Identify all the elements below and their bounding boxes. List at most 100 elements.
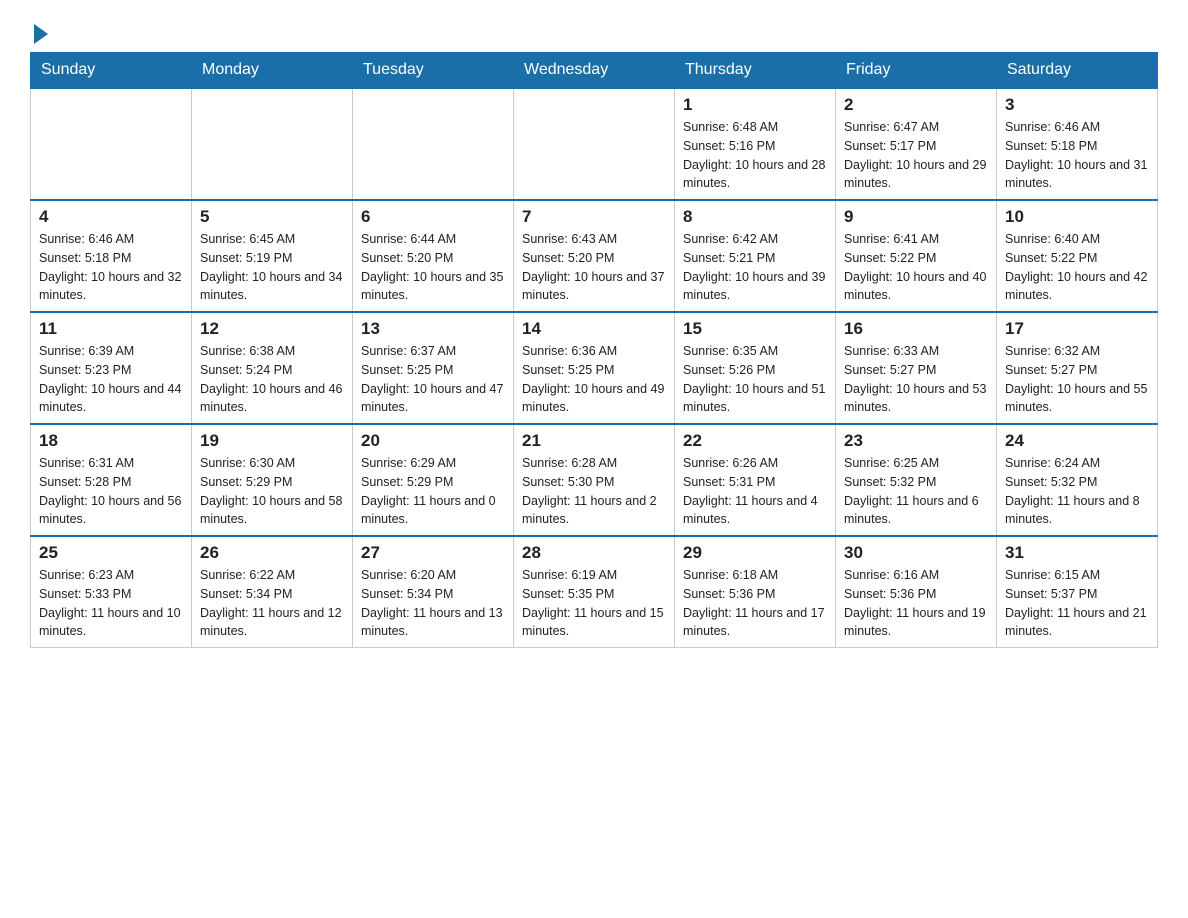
page-header (30, 20, 1158, 42)
day-number: 31 (1005, 543, 1149, 563)
day-info: Sunrise: 6:28 AMSunset: 5:30 PMDaylight:… (522, 454, 666, 529)
day-info: Sunrise: 6:23 AMSunset: 5:33 PMDaylight:… (39, 566, 183, 641)
calendar-cell: 9 Sunrise: 6:41 AMSunset: 5:22 PMDaylight… (836, 200, 997, 312)
calendar-cell (31, 88, 192, 200)
calendar-cell: 3 Sunrise: 6:46 AMSunset: 5:18 PMDaylight… (997, 88, 1158, 200)
week-row-5: 25 Sunrise: 6:23 AMSunset: 5:33 PMDayligh… (31, 536, 1158, 648)
calendar-cell (353, 88, 514, 200)
day-number: 30 (844, 543, 988, 563)
day-info: Sunrise: 6:45 AMSunset: 5:19 PMDaylight:… (200, 230, 344, 305)
day-info: Sunrise: 6:26 AMSunset: 5:31 PMDaylight:… (683, 454, 827, 529)
calendar-cell: 11 Sunrise: 6:39 AMSunset: 5:23 PMDayligh… (31, 312, 192, 424)
day-number: 8 (683, 207, 827, 227)
calendar-cell: 26Sunrise: 6:22 AMSunset: 5:34 PMDayligh… (192, 536, 353, 648)
calendar-cell: 10Sunrise: 6:40 AMSunset: 5:22 PMDayligh… (997, 200, 1158, 312)
calendar-cell (192, 88, 353, 200)
calendar-cell: 20 Sunrise: 6:29 AMSunset: 5:29 PMDayligh… (353, 424, 514, 536)
day-info: Sunrise: 6:18 AMSunset: 5:36 PMDaylight:… (683, 566, 827, 641)
day-info: Sunrise: 6:43 AMSunset: 5:20 PMDaylight:… (522, 230, 666, 305)
column-header-wednesday: Wednesday (514, 53, 675, 89)
day-info: Sunrise: 6:31 AMSunset: 5:28 PMDaylight:… (39, 454, 183, 529)
calendar-cell: 7 Sunrise: 6:43 AMSunset: 5:20 PMDaylight… (514, 200, 675, 312)
column-header-tuesday: Tuesday (353, 53, 514, 89)
day-number: 15 (683, 319, 827, 339)
calendar-cell: 13 Sunrise: 6:37 AMSunset: 5:25 PMDayligh… (353, 312, 514, 424)
day-number: 22 (683, 431, 827, 451)
day-number: 4 (39, 207, 183, 227)
day-info: Sunrise: 6:40 AMSunset: 5:22 PMDaylight:… (1005, 230, 1149, 305)
day-info: Sunrise: 6:42 AMSunset: 5:21 PMDaylight:… (683, 230, 827, 305)
day-info: Sunrise: 6:46 AMSunset: 5:18 PMDaylight:… (1005, 118, 1149, 193)
week-row-2: 4 Sunrise: 6:46 AMSunset: 5:18 PMDaylight… (31, 200, 1158, 312)
calendar-cell: 15 Sunrise: 6:35 AMSunset: 5:26 PMDayligh… (675, 312, 836, 424)
day-number: 12 (200, 319, 344, 339)
day-number: 25 (39, 543, 183, 563)
day-number: 2 (844, 95, 988, 115)
day-number: 24 (1005, 431, 1149, 451)
day-number: 13 (361, 319, 505, 339)
day-number: 14 (522, 319, 666, 339)
day-info: Sunrise: 6:36 AMSunset: 5:25 PMDaylight:… (522, 342, 666, 417)
day-number: 28 (522, 543, 666, 563)
column-header-thursday: Thursday (675, 53, 836, 89)
day-info: Sunrise: 6:41 AMSunset: 5:22 PMDaylight:… (844, 230, 988, 305)
day-number: 11 (39, 319, 183, 339)
calendar-cell: 6 Sunrise: 6:44 AMSunset: 5:20 PMDaylight… (353, 200, 514, 312)
week-row-4: 18 Sunrise: 6:31 AMSunset: 5:28 PMDayligh… (31, 424, 1158, 536)
day-info: Sunrise: 6:32 AMSunset: 5:27 PMDaylight:… (1005, 342, 1149, 417)
calendar-cell: 19 Sunrise: 6:30 AMSunset: 5:29 PMDayligh… (192, 424, 353, 536)
week-row-1: 1Sunrise: 6:48 AMSunset: 5:16 PMDaylight… (31, 88, 1158, 200)
day-number: 21 (522, 431, 666, 451)
column-header-sunday: Sunday (31, 53, 192, 89)
day-number: 26 (200, 543, 344, 563)
day-info: Sunrise: 6:39 AMSunset: 5:23 PMDaylight:… (39, 342, 183, 417)
day-number: 3 (1005, 95, 1149, 115)
day-info: Sunrise: 6:48 AMSunset: 5:16 PMDaylight:… (683, 118, 827, 193)
day-info: Sunrise: 6:19 AMSunset: 5:35 PMDaylight:… (522, 566, 666, 641)
day-info: Sunrise: 6:15 AMSunset: 5:37 PMDaylight:… (1005, 566, 1149, 641)
calendar-cell: 23 Sunrise: 6:25 AMSunset: 5:32 PMDayligh… (836, 424, 997, 536)
calendar-cell: 27Sunrise: 6:20 AMSunset: 5:34 PMDayligh… (353, 536, 514, 648)
calendar-cell: 12 Sunrise: 6:38 AMSunset: 5:24 PMDayligh… (192, 312, 353, 424)
day-info: Sunrise: 6:30 AMSunset: 5:29 PMDaylight:… (200, 454, 344, 529)
calendar-cell: 5Sunrise: 6:45 AMSunset: 5:19 PMDaylight… (192, 200, 353, 312)
day-info: Sunrise: 6:33 AMSunset: 5:27 PMDaylight:… (844, 342, 988, 417)
day-number: 19 (200, 431, 344, 451)
day-number: 16 (844, 319, 988, 339)
calendar-cell: 28 Sunrise: 6:19 AMSunset: 5:35 PMDayligh… (514, 536, 675, 648)
day-info: Sunrise: 6:24 AMSunset: 5:32 PMDaylight:… (1005, 454, 1149, 529)
day-info: Sunrise: 6:20 AMSunset: 5:34 PMDaylight:… (361, 566, 505, 641)
logo (30, 20, 48, 42)
calendar-cell: 22 Sunrise: 6:26 AMSunset: 5:31 PMDayligh… (675, 424, 836, 536)
day-info: Sunrise: 6:25 AMSunset: 5:32 PMDaylight:… (844, 454, 988, 529)
day-number: 7 (522, 207, 666, 227)
day-number: 6 (361, 207, 505, 227)
week-row-3: 11 Sunrise: 6:39 AMSunset: 5:23 PMDayligh… (31, 312, 1158, 424)
calendar-cell: 14 Sunrise: 6:36 AMSunset: 5:25 PMDayligh… (514, 312, 675, 424)
day-info: Sunrise: 6:16 AMSunset: 5:36 PMDaylight:… (844, 566, 988, 641)
day-info: Sunrise: 6:29 AMSunset: 5:29 PMDaylight:… (361, 454, 505, 529)
day-info: Sunrise: 6:44 AMSunset: 5:20 PMDaylight:… (361, 230, 505, 305)
calendar-cell: 31 Sunrise: 6:15 AMSunset: 5:37 PMDayligh… (997, 536, 1158, 648)
calendar-cell: 4 Sunrise: 6:46 AMSunset: 5:18 PMDaylight… (31, 200, 192, 312)
calendar-cell: 1Sunrise: 6:48 AMSunset: 5:16 PMDaylight… (675, 88, 836, 200)
logo-arrow-icon (34, 24, 48, 44)
calendar-cell: 29Sunrise: 6:18 AMSunset: 5:36 PMDayligh… (675, 536, 836, 648)
calendar-table: SundayMondayTuesdayWednesdayThursdayFrid… (30, 52, 1158, 648)
day-info: Sunrise: 6:37 AMSunset: 5:25 PMDaylight:… (361, 342, 505, 417)
calendar-cell: 24 Sunrise: 6:24 AMSunset: 5:32 PMDayligh… (997, 424, 1158, 536)
calendar-cell: 2Sunrise: 6:47 AMSunset: 5:17 PMDaylight… (836, 88, 997, 200)
calendar-cell: 8 Sunrise: 6:42 AMSunset: 5:21 PMDaylight… (675, 200, 836, 312)
day-number: 20 (361, 431, 505, 451)
calendar-cell: 30 Sunrise: 6:16 AMSunset: 5:36 PMDayligh… (836, 536, 997, 648)
day-info: Sunrise: 6:38 AMSunset: 5:24 PMDaylight:… (200, 342, 344, 417)
day-number: 18 (39, 431, 183, 451)
column-header-friday: Friday (836, 53, 997, 89)
day-number: 9 (844, 207, 988, 227)
day-info: Sunrise: 6:35 AMSunset: 5:26 PMDaylight:… (683, 342, 827, 417)
calendar-cell: 25 Sunrise: 6:23 AMSunset: 5:33 PMDayligh… (31, 536, 192, 648)
calendar-cell: 18 Sunrise: 6:31 AMSunset: 5:28 PMDayligh… (31, 424, 192, 536)
day-info: Sunrise: 6:46 AMSunset: 5:18 PMDaylight:… (39, 230, 183, 305)
day-number: 23 (844, 431, 988, 451)
calendar-cell: 16 Sunrise: 6:33 AMSunset: 5:27 PMDayligh… (836, 312, 997, 424)
